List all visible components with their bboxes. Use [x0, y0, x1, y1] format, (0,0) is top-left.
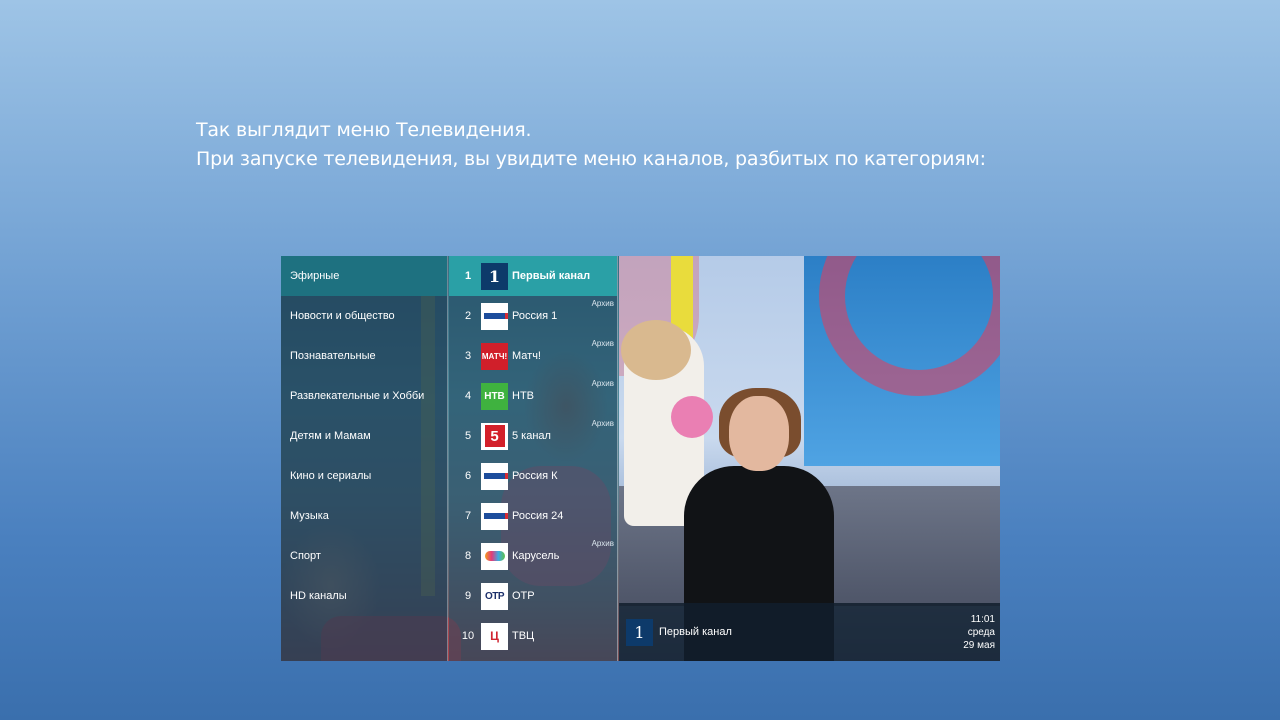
category-item[interactable]: Новости и общество: [281, 296, 447, 336]
rossiya-24-icon: [481, 502, 508, 530]
channel-item[interactable]: 5 5 5 канал Архив: [449, 416, 617, 456]
archive-label: Архив: [591, 539, 614, 548]
category-item[interactable]: Спорт: [281, 536, 447, 576]
category-item[interactable]: Детям и Мамам: [281, 416, 447, 456]
channel-item[interactable]: 4 НТВ НТВ Архив: [449, 376, 617, 416]
video-preview[interactable]: 1 Первый канал 11:01 среда 29 мая: [619, 256, 1000, 661]
channel-item[interactable]: 9 ОТР ОТР: [449, 576, 617, 616]
clock: 11:01 среда 29 мая: [963, 613, 995, 651]
category-list: Эфирные Новости и общество Познавательны…: [281, 256, 448, 661]
category-item[interactable]: Эфирные: [281, 256, 447, 296]
channel-item[interactable]: 3 МАТЧ! Матч! Архив: [449, 336, 617, 376]
now-playing-channel: Первый канал: [659, 626, 732, 638]
archive-label: Архив: [591, 419, 614, 428]
caption-line-2: При запуске телевидения, вы увидите меню…: [196, 148, 986, 170]
category-item[interactable]: Музыка: [281, 496, 447, 536]
tvc-icon: Ц: [481, 622, 508, 650]
rossiya-1-icon: [481, 302, 508, 330]
category-item[interactable]: HD каналы: [281, 576, 447, 616]
channel-item[interactable]: 10 Ц ТВЦ: [449, 616, 617, 656]
ntv-icon: НТВ: [481, 382, 508, 410]
slide-caption: Так выглядит меню Телевидения. При запус…: [196, 116, 986, 174]
category-item[interactable]: Познавательные: [281, 336, 447, 376]
channel-item[interactable]: 6 Россия К: [449, 456, 617, 496]
channel-item[interactable]: 8 Карусель Архив: [449, 536, 617, 576]
match-icon: МАТЧ!: [481, 342, 508, 370]
otr-icon: ОТР: [481, 582, 508, 610]
5-kanal-icon: 5: [481, 422, 508, 450]
archive-label: Архив: [591, 299, 614, 308]
caption-line-1: Так выглядит меню Телевидения.: [196, 119, 532, 141]
perviy-kanal-icon: 1: [481, 262, 508, 290]
channel-item[interactable]: 1 1 Первый канал: [449, 256, 617, 296]
channel-list: 1 1 Первый канал 2 Россия 1 Архив 3 МАТЧ…: [449, 256, 618, 661]
category-item[interactable]: Кино и сериалы: [281, 456, 447, 496]
now-playing-bar: 1 Первый канал 11:01 среда 29 мая: [619, 603, 1000, 661]
archive-label: Архив: [591, 379, 614, 388]
channel-item[interactable]: 7 Россия 24: [449, 496, 617, 536]
karusel-icon: [481, 542, 508, 570]
rossiya-k-icon: [481, 462, 508, 490]
channel-item[interactable]: 2 Россия 1 Архив: [449, 296, 617, 336]
perviy-kanal-icon: 1: [626, 618, 653, 646]
category-item[interactable]: Развлекательные и Хобби: [281, 376, 447, 416]
tv-screen: Эфирные Новости и общество Познавательны…: [281, 256, 1000, 661]
archive-label: Архив: [591, 339, 614, 348]
